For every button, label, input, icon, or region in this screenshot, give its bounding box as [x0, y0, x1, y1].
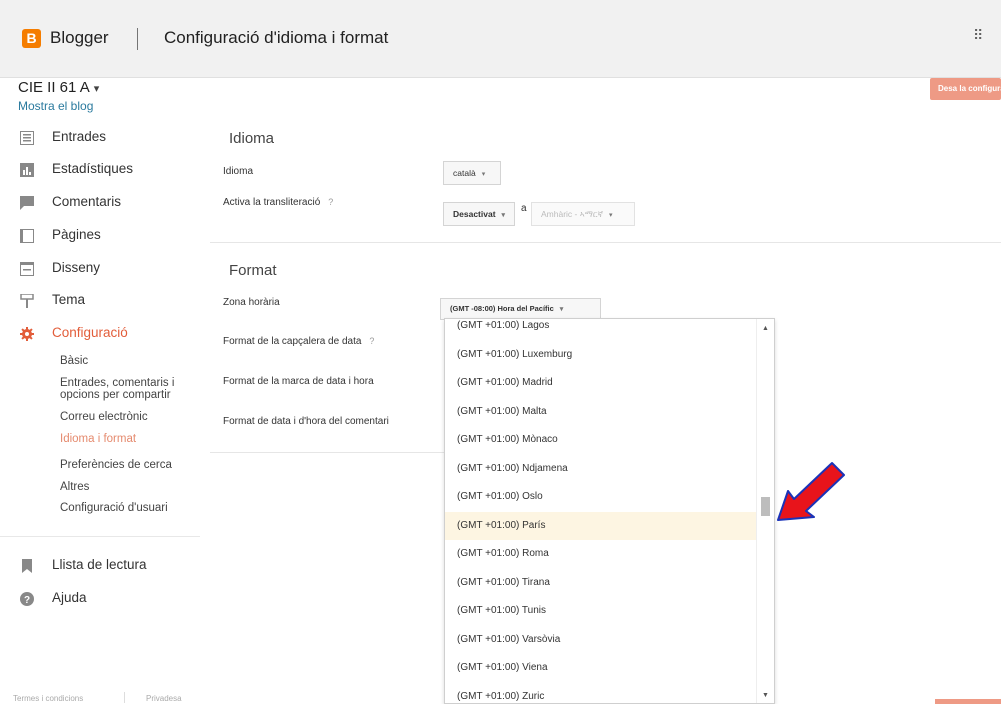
sidebar-item-label: Pàgines — [52, 227, 101, 242]
save-settings-button[interactable]: Desa la configuració — [930, 78, 1001, 100]
help-icon: ? — [20, 592, 34, 606]
timezone-option[interactable]: (GMT +01:00) Zuric — [445, 683, 758, 704]
language-label: Idioma — [223, 166, 254, 177]
floating-action-button[interactable] — [935, 699, 1001, 704]
top-bar: B Blogger Configuració d'idioma i format… — [0, 0, 1001, 78]
transliteration-to-label: a — [521, 203, 527, 214]
date-header-format-text: Format de la capçalera de data — [223, 336, 362, 347]
bookmark-icon — [22, 559, 32, 573]
posts-icon — [20, 131, 34, 145]
timezone-select[interactable]: (GMT -08:00) Hora del Pacífic ▾ — [440, 298, 601, 320]
theme-icon — [20, 294, 34, 308]
timezone-option[interactable]: (GMT +01:00) Madrid — [445, 369, 758, 397]
sidebar-item-label: Ajuda — [52, 590, 87, 605]
subnav-language-format[interactable]: Idioma i format — [60, 433, 136, 445]
blog-selector[interactable]: CIE II 61 A ▾ — [18, 79, 99, 96]
timezone-option[interactable]: (GMT +01:00) Luxemburg — [445, 341, 758, 369]
scroll-down-icon[interactable]: ▼ — [762, 692, 769, 699]
timezone-option-selected[interactable]: (GMT +01:00) París — [445, 511, 758, 540]
chevron-down-icon: ▾ — [501, 212, 506, 219]
section-divider — [210, 242, 1001, 243]
page-title: Configuració d'idioma i format — [164, 28, 389, 47]
stats-icon — [20, 163, 34, 177]
timezone-dropdown-list[interactable]: (GMT +01:00) Lagos (GMT +01:00) Luxemburg… — [444, 318, 775, 704]
scroll-up-icon[interactable]: ▲ — [762, 325, 769, 332]
timezone-option[interactable]: (GMT +01:00) Ndjamena — [445, 455, 758, 483]
chevron-down-icon: ▾ — [93, 83, 100, 95]
format-section-title: Format — [229, 262, 277, 279]
transliteration-select-value: Desactivat — [453, 209, 496, 219]
sidebar-divider — [0, 536, 200, 537]
timezone-option[interactable]: (GMT +01:00) Varsòvia — [445, 626, 758, 654]
transliteration-label: Activa la transliteració? — [223, 197, 333, 208]
timezone-select-value: (GMT -08:00) Hora del Pacífic — [450, 304, 554, 313]
help-icon[interactable]: ? — [328, 197, 333, 207]
subnav-user-settings[interactable]: Configuració d'usuari — [60, 502, 168, 514]
header-divider — [137, 28, 138, 50]
subnav-other[interactable]: Altres — [60, 481, 89, 493]
sidebar-item-label: Disseny — [52, 260, 101, 275]
sidebar-item-label: Comentaris — [52, 194, 122, 209]
view-blog-link[interactable]: Mostra el blog — [18, 99, 93, 113]
sidebar-item-label: Tema — [52, 292, 86, 307]
blogger-logo-icon[interactable]: B — [22, 29, 41, 48]
section-divider — [210, 452, 444, 453]
language-section-title: Idioma — [229, 130, 275, 147]
chevron-down-icon: ▾ — [481, 171, 486, 178]
chevron-down-icon: ▾ — [559, 306, 564, 313]
svg-text:?: ? — [24, 595, 30, 606]
subnav-basic[interactable]: Bàsic — [60, 355, 88, 367]
timezone-option[interactable]: (GMT +01:00) Malta — [445, 398, 758, 426]
brand-name[interactable]: Blogger — [50, 28, 109, 48]
date-header-format-label: Format de la capçalera de data? — [223, 336, 374, 347]
timestamp-format-label: Format de la marca de data i hora — [223, 376, 374, 387]
terms-link[interactable]: Termes i condicions — [13, 694, 83, 703]
timezone-option[interactable]: (GMT +01:00) Tunis — [445, 597, 758, 625]
timezone-option[interactable]: (GMT +01:00) Lagos — [445, 319, 758, 340]
language-select-value: català — [453, 168, 476, 178]
gear-icon — [20, 327, 34, 341]
layout-icon — [20, 262, 34, 276]
subnav-posts-comments-sharing-line2[interactable]: opcions per compartir — [60, 389, 171, 401]
timezone-option[interactable]: (GMT +01:00) Oslo — [445, 483, 758, 511]
sidebar-item-label: Llista de lectura — [52, 557, 147, 572]
timezone-option[interactable]: (GMT +01:00) Tirana — [445, 569, 758, 597]
footer-divider — [124, 692, 125, 703]
pages-icon — [20, 229, 34, 243]
chevron-down-icon: ▾ — [609, 212, 613, 219]
transliteration-target-value: Amhàric - ኣማርኛ — [541, 209, 604, 219]
timezone-option[interactable]: (GMT +01:00) Viena — [445, 654, 758, 682]
privacy-link[interactable]: Privadesa — [146, 694, 182, 703]
annotation-arrow-icon — [777, 462, 845, 521]
sidebar-item-label: Configuració — [52, 325, 128, 340]
timezone-option[interactable]: (GMT +01:00) Mònaco — [445, 426, 758, 454]
timezone-option[interactable]: (GMT +01:00) Roma — [445, 540, 758, 568]
help-icon[interactable]: ? — [369, 336, 374, 346]
subnav-posts-comments-sharing[interactable]: Entrades, comentaris i — [60, 377, 174, 389]
sidebar-item-label: Entrades — [52, 129, 107, 144]
sidebar-item-label: Estadístiques — [52, 161, 134, 176]
transliteration-select[interactable]: Desactivat ▾ — [443, 202, 515, 226]
comments-icon — [20, 196, 34, 210]
language-select[interactable]: català ▾ — [443, 161, 501, 185]
subnav-email[interactable]: Correu electrònic — [60, 411, 148, 423]
apps-grid-icon[interactable]: ⠿ — [973, 27, 984, 44]
comment-timestamp-format-label: Format de data i d'hora del comentari — [223, 416, 389, 427]
scrollbar-thumb[interactable] — [761, 497, 770, 516]
transliteration-target-select: Amhàric - ኣማርኛ ▾ — [531, 202, 635, 226]
blog-name: CIE II 61 A — [18, 79, 90, 96]
subnav-search-preferences[interactable]: Preferències de cerca — [60, 459, 172, 471]
transliteration-label-text: Activa la transliteració — [223, 197, 321, 208]
timezone-label: Zona horària — [223, 297, 280, 308]
